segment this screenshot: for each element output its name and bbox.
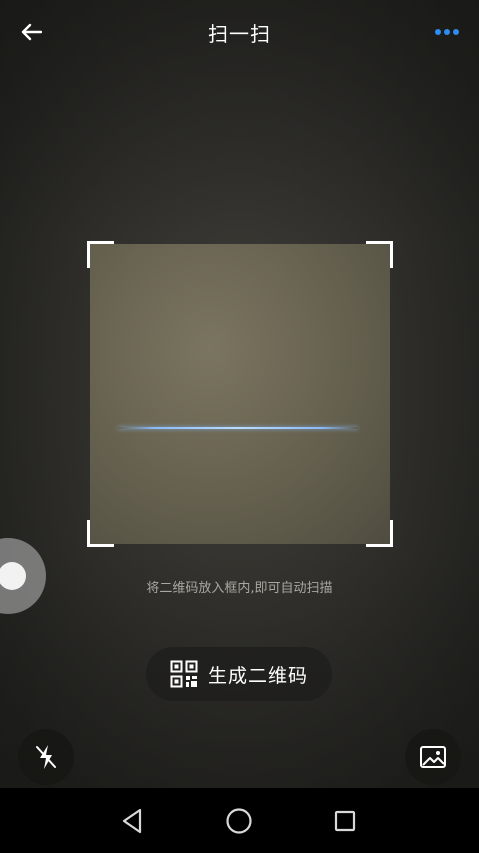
top-bar: 扫一扫	[0, 0, 479, 64]
system-navigation-bar	[0, 788, 479, 853]
system-home-button[interactable]	[222, 806, 256, 836]
frame-corner-bottom-left	[87, 520, 114, 547]
triangle-back-icon	[122, 808, 142, 834]
frame-corner-top-left	[87, 241, 114, 268]
frame-corner-top-right	[366, 241, 393, 268]
system-recent-apps-button[interactable]	[328, 806, 362, 836]
more-dots-icon	[435, 29, 459, 35]
more-button[interactable]	[429, 20, 465, 44]
square-recent-icon	[334, 810, 356, 832]
flash-off-icon	[36, 745, 56, 769]
floating-assistive-button[interactable]	[0, 538, 46, 614]
flashlight-button[interactable]	[18, 729, 74, 785]
image-icon	[420, 746, 446, 768]
scan-frame	[87, 241, 393, 547]
scan-line	[118, 427, 358, 429]
scan-hint: 将二维码放入框内,即可自动扫描	[146, 581, 333, 596]
frame-corner-bottom-right	[366, 520, 393, 547]
scan-screen: 扫一扫 将二维码放入框内,即可自动扫描 生成二维码	[0, 0, 479, 853]
floating-ball-dot	[0, 562, 26, 590]
circle-home-icon	[226, 808, 252, 834]
album-button[interactable]	[405, 729, 461, 785]
page-title: 扫一扫	[208, 22, 271, 46]
system-back-button[interactable]	[115, 806, 149, 836]
qr-code-icon	[170, 660, 198, 688]
generate-qr-button[interactable]: 生成二维码	[146, 647, 332, 701]
generate-qr-label: 生成二维码	[207, 664, 308, 687]
